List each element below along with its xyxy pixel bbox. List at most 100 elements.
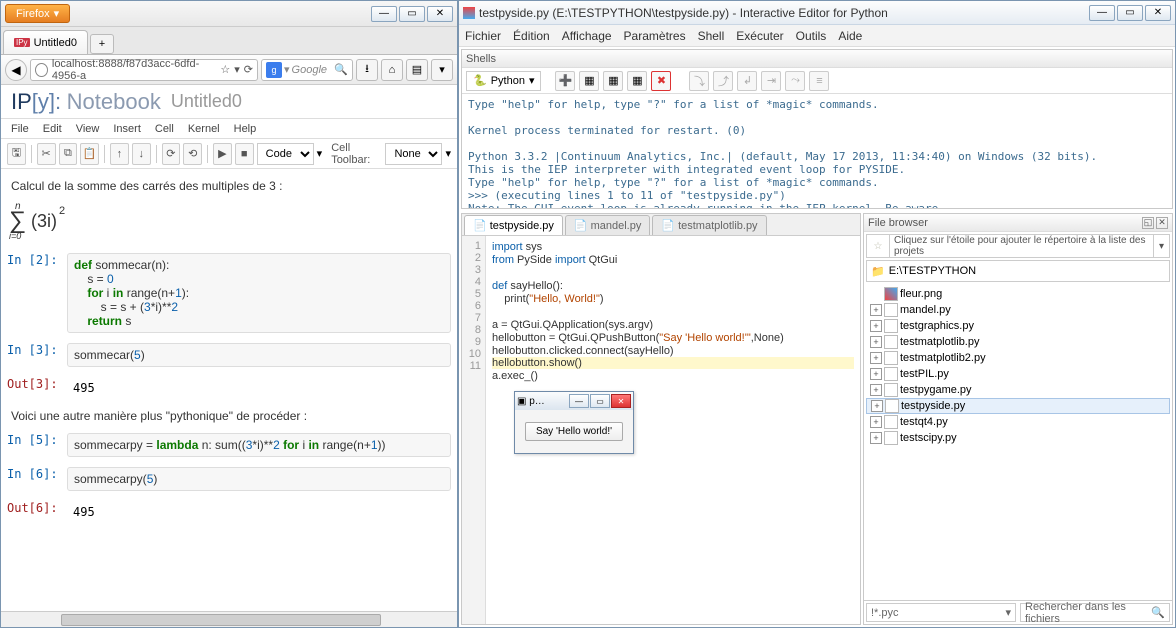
cell-toolbar-select[interactable]: None	[385, 143, 442, 165]
stop-button[interactable]: ■	[235, 143, 254, 165]
python-dropdown[interactable]: 🐍 Python ▾	[466, 71, 541, 91]
window-close[interactable]: ✕	[427, 6, 453, 22]
mini-minimize[interactable]: —	[569, 394, 589, 408]
iep-maximize[interactable]: ▭	[1117, 5, 1143, 21]
more-button[interactable]: ▾	[431, 59, 453, 81]
debug-goto[interactable]: ⤳	[785, 71, 805, 91]
search-icon[interactable]: 🔍	[334, 63, 348, 76]
iep-minimize[interactable]: —	[1089, 5, 1115, 21]
menu-file[interactable]: File	[11, 123, 29, 135]
save-button[interactable]: 🖫	[7, 143, 26, 165]
debug-return[interactable]: ↲	[737, 71, 757, 91]
restart-button[interactable]: ⟳	[162, 143, 181, 165]
file-tab-active[interactable]: 📄testpyside.py	[464, 215, 563, 235]
panel-close[interactable]: ✕	[1156, 217, 1168, 229]
notebook-header: IP[y]: Notebook Untitled0	[1, 85, 457, 119]
menu-cell[interactable]: Cell	[155, 123, 174, 135]
url-input[interactable]: localhost:8888/f87d3acc-6dfd-4956-a ☆ ▾ …	[30, 59, 258, 81]
shell-stop-button[interactable]: ✖	[651, 71, 671, 91]
python-file-icon	[884, 351, 898, 365]
mini-close[interactable]: ✕	[611, 394, 631, 408]
reload-icon[interactable]: ⟳	[244, 63, 253, 76]
iep-close[interactable]: ✕	[1145, 5, 1171, 21]
file-node[interactable]: +testqt4.py	[866, 414, 1170, 430]
say-hello-button[interactable]: Say 'Hello world!'	[525, 422, 623, 441]
menu-shell[interactable]: Shell	[698, 29, 725, 43]
panel-undock[interactable]: ◱	[1142, 217, 1154, 229]
menu-edit[interactable]: Edit	[43, 123, 62, 135]
file-tree[interactable]: fleur.png +mandel.py +testgraphics.py +t…	[864, 284, 1172, 600]
menu-fichier[interactable]: Fichier	[465, 29, 501, 43]
menu-insert[interactable]: Insert	[113, 123, 141, 135]
move-up-button[interactable]: ↑	[110, 143, 129, 165]
file-node[interactable]: +testmatplotlib2.py	[866, 350, 1170, 366]
menu-parametres[interactable]: Paramètres	[624, 29, 686, 43]
menu-edition[interactable]: Édition	[513, 29, 550, 43]
move-down-button[interactable]: ↓	[132, 143, 151, 165]
home-button[interactable]: ⌂	[381, 59, 403, 81]
menu-aide[interactable]: Aide	[838, 29, 862, 43]
debug-step[interactable]: ⤵	[689, 71, 709, 91]
code-editor[interactable]: 1234567891011 import sys from PySide imp…	[462, 236, 860, 624]
shell-run-file[interactable]: ▦	[579, 71, 599, 91]
interrupt-button[interactable]: ⟲	[183, 143, 202, 165]
bookmarks-button[interactable]: ▤	[406, 59, 428, 81]
path-input[interactable]: 📁E:\TESTPYTHON	[866, 260, 1170, 282]
cut-button[interactable]: ✂	[37, 143, 56, 165]
file-node[interactable]: +mandel.py	[866, 302, 1170, 318]
debug-next[interactable]: ⤴	[713, 71, 733, 91]
notebook-title[interactable]: Untitled0	[171, 91, 242, 112]
shell-run-main[interactable]: ▦	[603, 71, 623, 91]
file-node[interactable]: +testgraphics.py	[866, 318, 1170, 334]
code-cell-6[interactable]: In [6]: sommecarpy(5)	[7, 467, 451, 491]
cell-type-select[interactable]: Code	[257, 143, 314, 165]
python-file-icon	[884, 415, 898, 429]
code-cell-2[interactable]: In [2]: def sommecar(n): s = 0 for i in …	[7, 253, 451, 333]
markdown-cell-2[interactable]: Voici une autre manière plus "pythonique…	[7, 409, 451, 423]
file-tab-3[interactable]: 📄testmatplotlib.py	[652, 215, 766, 235]
firefox-tab[interactable]: IPy Untitled0	[3, 30, 88, 54]
window-maximize[interactable]: ▭	[399, 6, 425, 22]
new-shell-button[interactable]: ➕	[555, 71, 575, 91]
file-node[interactable]: +testscipy.py	[866, 430, 1170, 446]
new-tab-button[interactable]: +	[90, 34, 114, 54]
menu-view[interactable]: View	[76, 123, 100, 135]
paste-button[interactable]: 📋	[80, 143, 99, 165]
search-files-input[interactable]: Rechercher dans les fichiers🔍	[1020, 603, 1170, 622]
shell-run-cell[interactable]: ▦	[627, 71, 647, 91]
star-icon[interactable]: ☆	[220, 63, 230, 76]
shell-output[interactable]: Type "help" for help, type "?" for a lis…	[462, 94, 1172, 208]
mini-maximize[interactable]: ▭	[590, 394, 610, 408]
markdown-cell-1[interactable]: Calcul de la somme des carrés des multip…	[7, 179, 451, 193]
firefox-menu-button[interactable]: Firefox▾	[5, 4, 70, 23]
copy-button[interactable]: ⧉	[59, 143, 78, 165]
filter-input[interactable]: !*.pyc▾	[866, 603, 1016, 622]
file-node[interactable]: +testmatplotlib.py	[866, 334, 1170, 350]
horizontal-scrollbar[interactable]	[1, 611, 457, 627]
debug-list[interactable]: ≡	[809, 71, 829, 91]
code-cell-5[interactable]: In [5]: sommecarpy = lambda n: sum((3*i)…	[7, 433, 451, 457]
menu-outils[interactable]: Outils	[796, 29, 827, 43]
menu-help[interactable]: Help	[234, 123, 257, 135]
search-box[interactable]: g ▾ Google 🔍	[261, 59, 353, 81]
file-tab-2[interactable]: 📄mandel.py	[565, 215, 650, 235]
path-dropdown[interactable]: ▾	[1153, 235, 1169, 257]
menu-kernel[interactable]: Kernel	[188, 123, 220, 135]
downloads-button[interactable]: ⭳	[356, 59, 378, 81]
window-minimize[interactable]: —	[371, 6, 397, 22]
menu-affichage[interactable]: Affichage	[562, 29, 612, 43]
search-icon[interactable]: 🔍	[1151, 606, 1165, 619]
code-cell-3[interactable]: In [3]: sommecar(5)	[7, 343, 451, 367]
file-node[interactable]: +testPIL.py	[866, 366, 1170, 382]
back-button[interactable]: ◀	[5, 59, 27, 81]
menu-executer[interactable]: Exécuter	[736, 29, 783, 43]
star-icon[interactable]: ☆	[867, 241, 889, 252]
pyside-output-window[interactable]: ▣ p… — ▭ ✕ Say 'Hello world!'	[514, 391, 634, 454]
file-browser-panel: File browser◱✕ ☆ Cliquez sur l'étoile po…	[863, 213, 1173, 625]
file-node[interactable]: fleur.png	[866, 286, 1170, 302]
tab-label: Untitled0	[34, 37, 77, 49]
file-node[interactable]: +testpygame.py	[866, 382, 1170, 398]
file-node-selected[interactable]: +testpyside.py	[866, 398, 1170, 414]
debug-continue[interactable]: ⇥	[761, 71, 781, 91]
run-button[interactable]: ▶	[213, 143, 232, 165]
